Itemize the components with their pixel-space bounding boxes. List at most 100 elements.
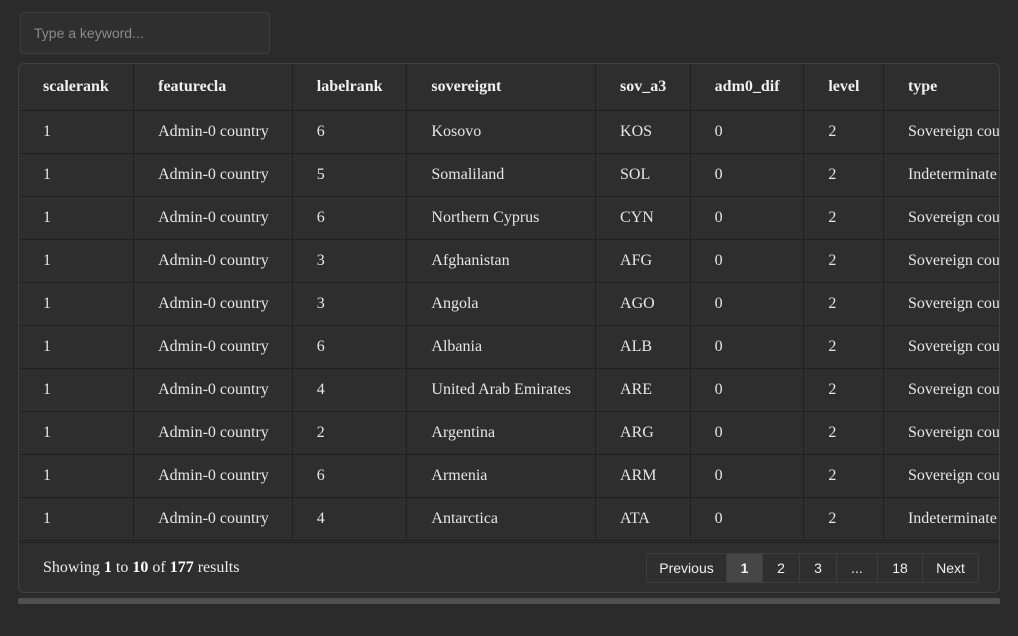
page-1-button[interactable]: 1 <box>727 554 763 582</box>
table-cell: AGO <box>595 282 691 326</box>
table-row: 1 Admin-0 country 6 Armenia ARM 0 2 Sovereign c… <box>19 454 999 498</box>
table-cell: United Arab Emirates <box>406 368 597 412</box>
result-summary: Showing 1 to 10 of 177 results <box>43 559 239 577</box>
page-ellipsis: ... <box>837 554 878 582</box>
table-cell: 2 <box>803 368 884 412</box>
table-cell: Sovereign cou <box>883 110 999 154</box>
table-cell: Afghanistan <box>406 239 597 283</box>
table-cell: ARM <box>595 454 691 498</box>
table-cell: Northern Cyprus <box>406 196 597 240</box>
table-cell: Sovereign cou <box>883 454 999 498</box>
table-cell: 6 <box>292 110 408 154</box>
table-cell: Admin-0 country <box>133 110 293 154</box>
to-label: to <box>115 559 129 576</box>
previous-page-button[interactable]: Previous <box>647 554 727 582</box>
table-cell: 2 <box>803 282 884 326</box>
table-cell: 0 <box>690 325 805 369</box>
column-header-type[interactable]: type <box>883 64 999 111</box>
data-table-card: scalerank featurecla labelrank sovereignt so… <box>18 63 1000 593</box>
table-cell: Admin-0 country <box>133 368 293 412</box>
table-row: 1 Admin-0 country 5 Somaliland SOL 0 2 Indeterm… <box>19 153 999 197</box>
table-cell: Admin-0 country <box>133 454 293 498</box>
table-cell: CYN <box>595 196 691 240</box>
table-cell: 0 <box>690 153 805 197</box>
table-row: 1 Admin-0 country 6 Kosovo KOS 0 2 Sovereign co… <box>19 110 999 154</box>
table-cell: 2 <box>803 196 884 240</box>
horizontal-scrollbar[interactable] <box>18 598 1000 604</box>
table-cell: Admin-0 country <box>133 239 293 283</box>
results-label: results <box>197 559 240 576</box>
table-cell: 0 <box>690 368 805 412</box>
column-header-level[interactable]: level <box>803 64 884 111</box>
table-cell: 2 <box>803 411 884 455</box>
page-3-button[interactable]: 3 <box>800 554 837 582</box>
table-row: 1 Admin-0 country 6 Albania ALB 0 2 Sovereign c… <box>19 325 999 369</box>
table-header-row: scalerank featurecla labelrank sovereignt so… <box>19 64 999 111</box>
table-cell: 1 <box>19 368 135 412</box>
column-header-labelrank[interactable]: labelrank <box>292 64 408 111</box>
table-cell: 2 <box>803 239 884 283</box>
next-page-button[interactable]: Next <box>923 554 978 582</box>
result-to: 10 <box>132 559 149 576</box>
table-cell: Kosovo <box>406 110 597 154</box>
table-cell: ATA <box>595 497 691 541</box>
table-cell: 2 <box>803 325 884 369</box>
table-cell: 4 <box>292 368 408 412</box>
table-cell: Angola <box>406 282 597 326</box>
column-header-sov-a3[interactable]: sov_a3 <box>595 64 691 111</box>
data-table: scalerank featurecla labelrank sovereignt so… <box>19 64 999 541</box>
table-cell: 0 <box>690 196 805 240</box>
table-cell: Admin-0 country <box>133 196 293 240</box>
column-header-adm0-dif[interactable]: adm0_dif <box>690 64 805 111</box>
table-row: 1 Admin-0 country 4 United Arab Emirates ARE… <box>19 368 999 412</box>
table-row: 1 Admin-0 country 3 Angola AGO 0 2 Sovereign co… <box>19 282 999 326</box>
table-cell: Sovereign cou <box>883 239 999 283</box>
table-cell: 1 <box>19 497 135 541</box>
table-cell: 0 <box>690 239 805 283</box>
table-cell: Sovereign cou <box>883 368 999 412</box>
column-header-featurecla[interactable]: featurecla <box>133 64 293 111</box>
table-cell: Admin-0 country <box>133 411 293 455</box>
search-input[interactable] <box>20 12 270 54</box>
column-header-scalerank[interactable]: scalerank <box>19 64 135 111</box>
table-cell: Admin-0 country <box>133 325 293 369</box>
table-cell: 3 <box>292 239 408 283</box>
table-cell: AFG <box>595 239 691 283</box>
table-cell: Sovereign cou <box>883 325 999 369</box>
table-cell: 0 <box>690 110 805 154</box>
table-cell: Argentina <box>406 411 597 455</box>
table-cell: ARE <box>595 368 691 412</box>
table-cell: 1 <box>19 411 135 455</box>
result-total: 177 <box>169 559 194 576</box>
table-footer: Showing 1 to 10 of 177 results Previous … <box>19 542 999 592</box>
table-cell: Admin-0 country <box>133 497 293 541</box>
table-cell: KOS <box>595 110 691 154</box>
table-cell: ARG <box>595 411 691 455</box>
table-body: 1 Admin-0 country 6 Kosovo KOS 0 2 Sovereign co… <box>19 110 999 541</box>
table-cell: 4 <box>292 497 408 541</box>
table-cell: Admin-0 country <box>133 282 293 326</box>
table-cell: 2 <box>803 110 884 154</box>
table-row: 1 Admin-0 country 3 Afghanistan AFG 0 2 Soverei… <box>19 239 999 283</box>
table-cell: 1 <box>19 110 135 154</box>
showing-label: Showing <box>43 559 100 576</box>
table-cell: Armenia <box>406 454 597 498</box>
table-cell: Indeterminate <box>883 497 999 541</box>
table-row: 1 Admin-0 country 6 Northern Cyprus CYN 0 2 Sov… <box>19 196 999 240</box>
page-2-button[interactable]: 2 <box>763 554 800 582</box>
result-from: 1 <box>103 559 112 576</box>
table-cell: 2 <box>803 153 884 197</box>
table-cell: 2 <box>292 411 408 455</box>
table-cell: 5 <box>292 153 408 197</box>
table-cell: 1 <box>19 325 135 369</box>
search-container <box>20 12 270 54</box>
table-scroll-area[interactable]: scalerank featurecla labelrank sovereignt so… <box>19 64 999 542</box>
page-18-button[interactable]: 18 <box>878 554 923 582</box>
table-cell: SOL <box>595 153 691 197</box>
column-header-sovereignt[interactable]: sovereignt <box>406 64 597 111</box>
table-cell: Sovereign cou <box>883 196 999 240</box>
table-cell: 6 <box>292 454 408 498</box>
table-cell: 6 <box>292 196 408 240</box>
table-cell: Antarctica <box>406 497 597 541</box>
table-cell: Sovereign cou <box>883 282 999 326</box>
